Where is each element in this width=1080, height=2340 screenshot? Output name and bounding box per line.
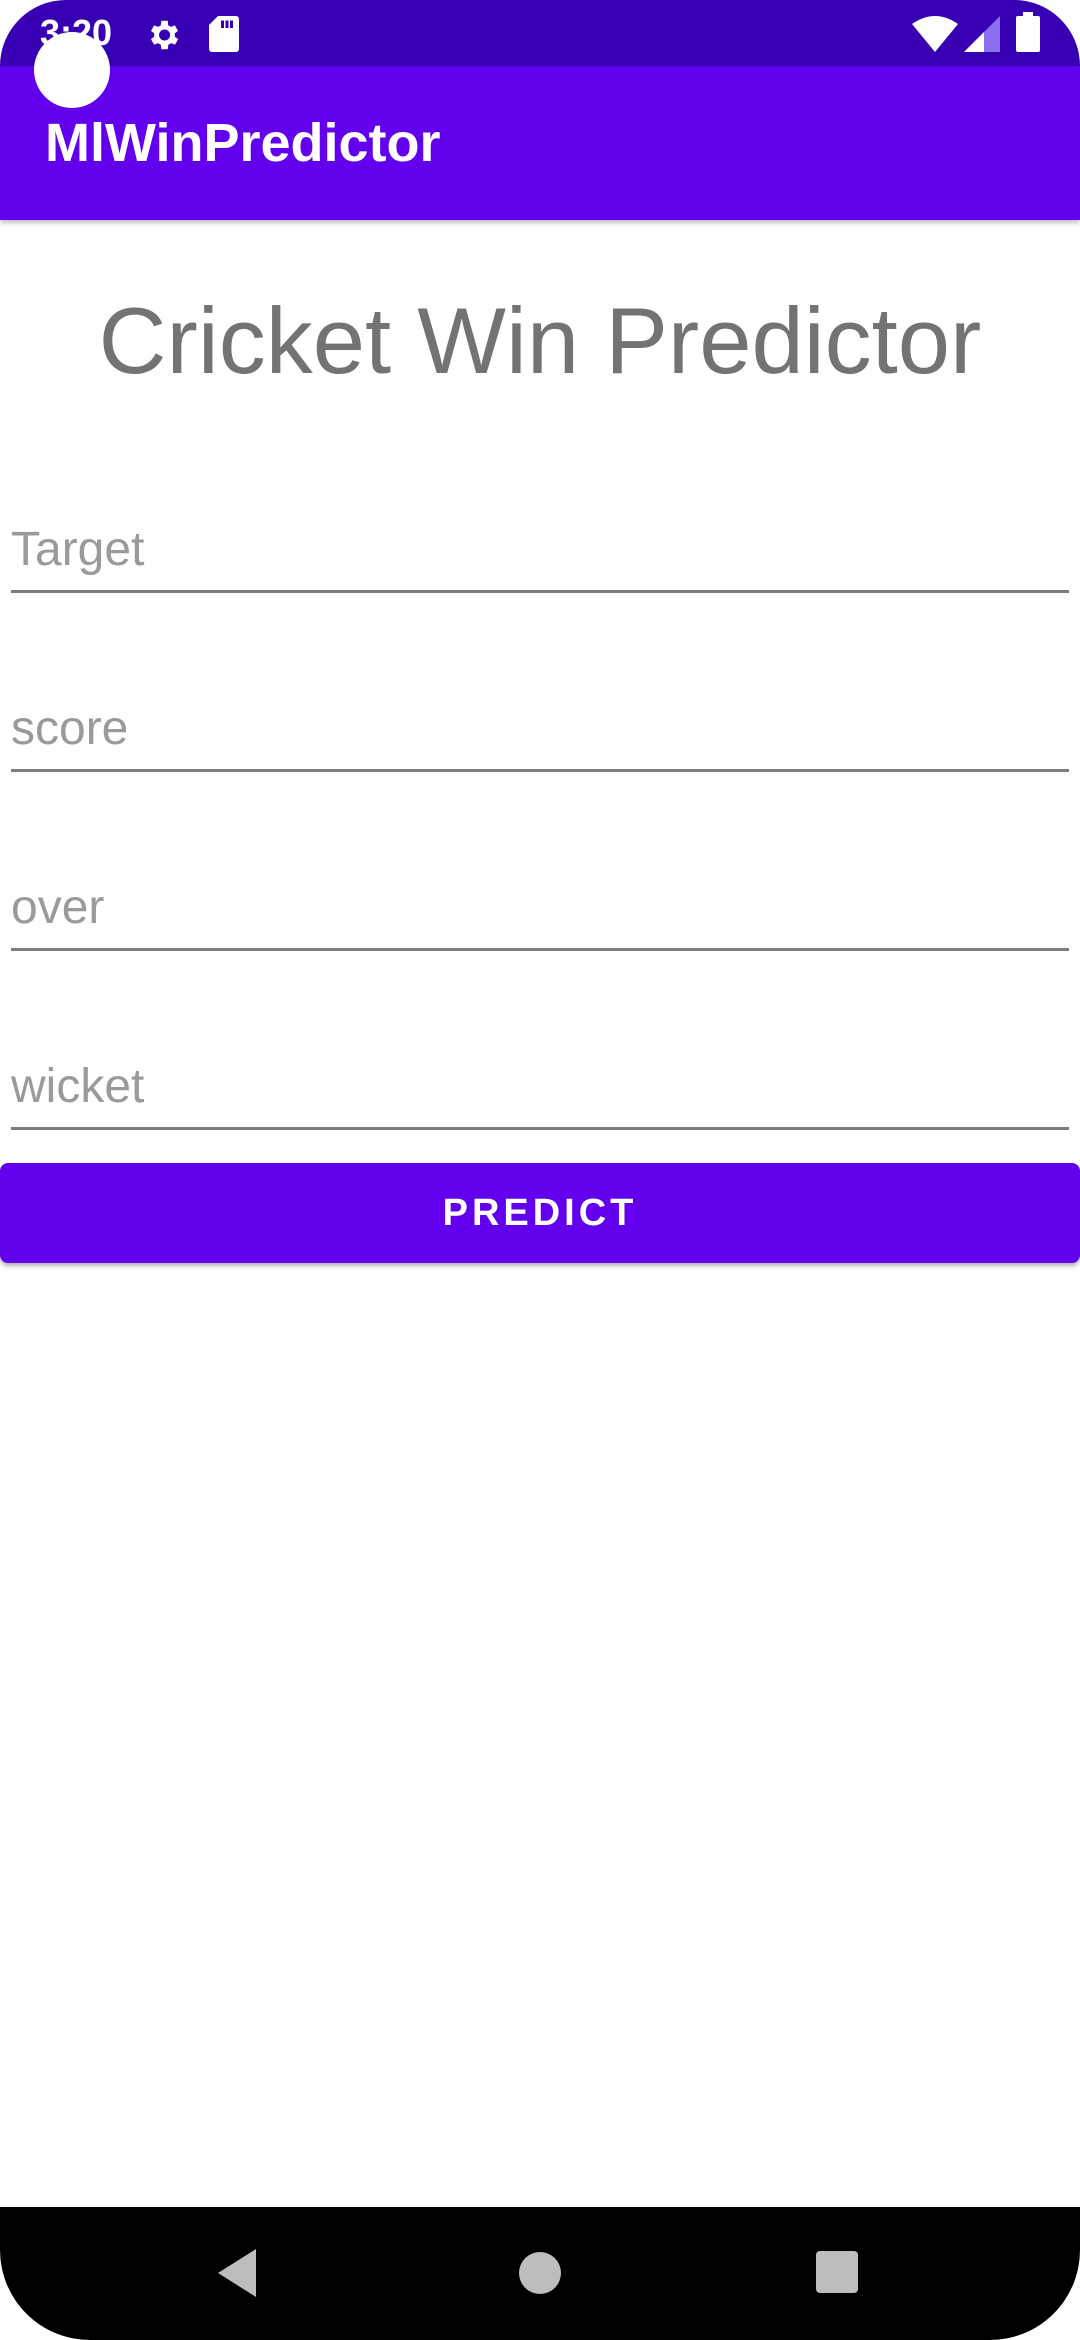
app-bar: MlWinPredictor bbox=[0, 66, 1080, 220]
signal-icon bbox=[964, 16, 1000, 57]
recents-button[interactable] bbox=[778, 2207, 898, 2340]
app-title: MlWinPredictor bbox=[45, 113, 441, 173]
score-field bbox=[11, 679, 1069, 772]
wicket-field bbox=[11, 1037, 1069, 1130]
target-field bbox=[11, 500, 1069, 593]
back-button[interactable] bbox=[180, 2207, 300, 2340]
over-input[interactable] bbox=[11, 872, 1069, 942]
page-title: Cricket Win Predictor bbox=[98, 288, 982, 393]
wifi-icon bbox=[912, 16, 958, 57]
home-icon bbox=[519, 2252, 561, 2294]
over-field bbox=[11, 858, 1069, 951]
camera-cutout bbox=[34, 32, 110, 108]
status-bar: 3:20 bbox=[0, 0, 1080, 66]
target-input[interactable] bbox=[11, 514, 1069, 584]
gear-icon bbox=[144, 16, 182, 59]
back-icon bbox=[218, 2249, 256, 2297]
sd-card-icon bbox=[208, 16, 240, 57]
score-input[interactable] bbox=[11, 693, 1069, 763]
predict-button[interactable]: PREDICT bbox=[0, 1163, 1080, 1263]
recents-icon bbox=[816, 2251, 858, 2293]
navigation-bar bbox=[0, 2207, 1080, 2340]
battery-icon bbox=[1016, 12, 1040, 57]
home-button[interactable] bbox=[480, 2207, 600, 2340]
wicket-input[interactable] bbox=[11, 1051, 1069, 1121]
